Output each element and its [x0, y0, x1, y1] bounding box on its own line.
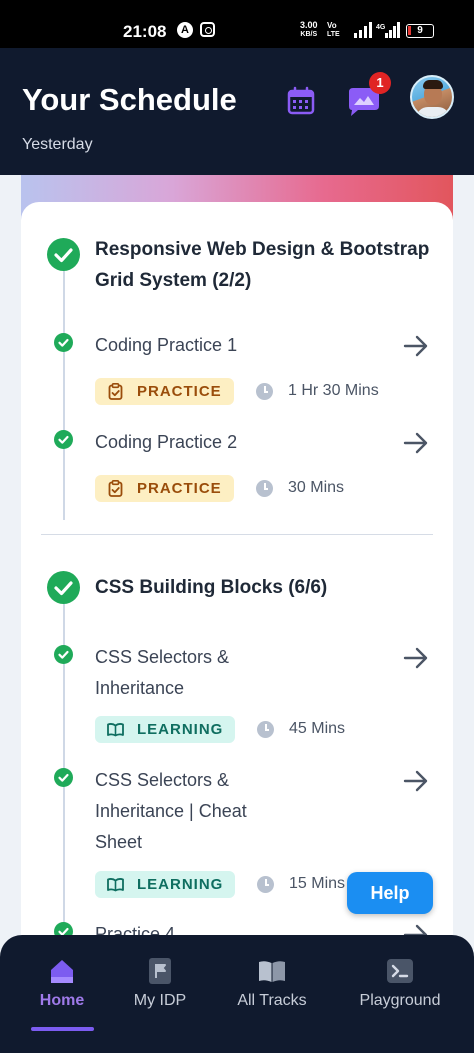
bottom-nav: Home My IDP All Tracks Playground [0, 935, 474, 1053]
item-complete-icon [54, 430, 73, 449]
nav-item-all-tracks[interactable]: All Tracks [226, 935, 318, 1053]
avatar-shirt [416, 107, 450, 117]
clock-icon [256, 480, 273, 497]
app-notification-icon: A [177, 22, 193, 38]
volte-label-top: Vo [327, 21, 337, 30]
book-icon [259, 961, 285, 982]
book-open-icon [107, 878, 124, 892]
battery-icon: 9 [406, 24, 434, 38]
section-divider [41, 534, 433, 535]
timeline-line [63, 262, 65, 520]
section-title[interactable]: CSS Building Blocks (6/6) [95, 572, 435, 603]
notification-badge: 1 [369, 72, 391, 94]
arrow-right-icon[interactable] [403, 335, 429, 357]
clock-icon [257, 721, 274, 738]
arrow-right-icon[interactable] [403, 770, 429, 792]
flag-icon [149, 958, 171, 984]
calendar-icon[interactable] [285, 85, 317, 117]
arrow-right-icon[interactable] [403, 647, 429, 669]
item-title[interactable]: CSS Selectors & Inheritance [95, 642, 275, 704]
item-duration: 15 Mins [289, 875, 346, 892]
clipboard-icon [108, 480, 123, 497]
clock-icon [256, 383, 273, 400]
avatar[interactable] [410, 75, 454, 119]
item-title[interactable]: Coding Practice 2 [95, 427, 385, 458]
nav-label: My IDP [133, 992, 187, 1009]
section-title[interactable]: Responsive Web Design & Bootstrap Grid S… [95, 234, 435, 296]
app-header: Your Schedule Yesterday 1 [0, 48, 474, 175]
nav-item-home[interactable]: Home [22, 935, 102, 1053]
signal-4g-icon: 4G [376, 22, 400, 38]
nav-item-my-idp[interactable]: My IDP [122, 935, 198, 1053]
book-open-icon [107, 723, 124, 737]
nav-label: Playground [359, 992, 441, 1009]
tag-label: PRACTICE [137, 480, 222, 497]
section-complete-icon [47, 571, 80, 604]
tag-label: LEARNING [137, 721, 224, 738]
active-tab-indicator [31, 1027, 94, 1031]
item-duration: 45 Mins [289, 720, 346, 737]
network-type: 4G [376, 24, 386, 31]
help-button[interactable]: Help [347, 872, 433, 914]
practice-tag: PRACTICE [95, 475, 234, 502]
volte-indicator: Vo LTE [327, 21, 340, 39]
network-speed: 3.00 KB/S [300, 21, 318, 39]
clipboard-icon [108, 383, 123, 400]
status-time: 21:08 [123, 22, 167, 41]
page-subtitle: Yesterday [22, 136, 93, 153]
page-title: Your Schedule [22, 82, 237, 117]
status-bar: 21:08 A 3.00 KB/S Vo LTE 4G 9 [0, 0, 474, 48]
volte-label-bottom: LTE [327, 31, 340, 38]
signal-icon [354, 22, 372, 38]
learning-tag: LEARNING [95, 871, 235, 898]
clock-icon [257, 876, 274, 893]
network-speed-unit: KB/S [300, 31, 318, 38]
tag-label: LEARNING [137, 876, 224, 893]
item-complete-icon [54, 333, 73, 352]
nav-item-playground[interactable]: Playground [350, 935, 450, 1053]
practice-tag: PRACTICE [95, 378, 234, 405]
tag-label: PRACTICE [137, 383, 222, 400]
avatar-hair [423, 80, 443, 89]
battery-level: 9 [417, 25, 423, 36]
nav-label: Home [39, 992, 85, 1009]
item-duration: 1 Hr 30 Mins [288, 382, 379, 399]
battery-fill [408, 26, 411, 35]
item-title[interactable]: CSS Selectors & Inheritance | Cheat Shee… [95, 765, 285, 858]
network-speed-value: 3.00 [300, 20, 318, 30]
item-title[interactable]: Coding Practice 1 [95, 330, 385, 361]
arrow-right-icon[interactable] [403, 432, 429, 454]
terminal-icon [387, 959, 413, 983]
item-complete-icon [54, 768, 73, 787]
schedule-card: Responsive Web Design & Bootstrap Grid S… [21, 202, 453, 962]
learning-tag: LEARNING [95, 716, 235, 743]
item-duration: 30 Mins [288, 479, 345, 496]
item-complete-icon [54, 645, 73, 664]
section-complete-icon [47, 238, 80, 271]
instagram-icon [200, 22, 215, 37]
nav-label: All Tracks [237, 992, 307, 1009]
home-icon [51, 960, 73, 983]
